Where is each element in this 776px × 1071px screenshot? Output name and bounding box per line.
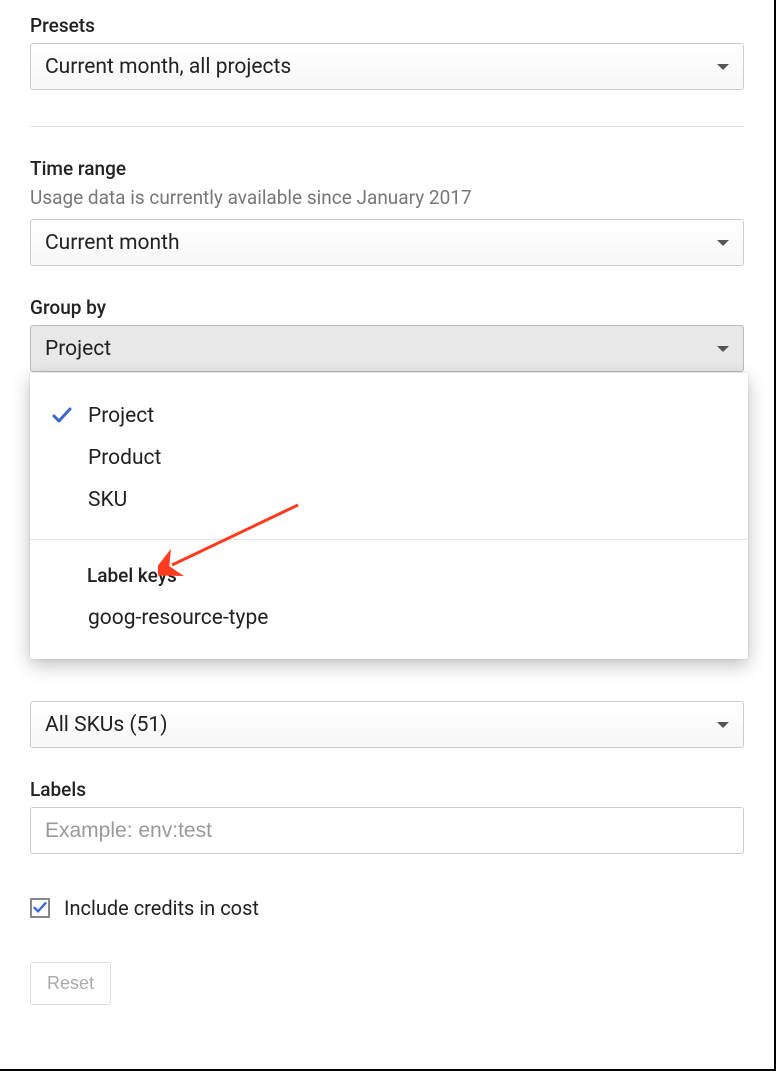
chevron-down-icon: [717, 722, 729, 728]
include-credits-checkbox[interactable]: [30, 898, 50, 918]
chevron-down-icon: [717, 346, 729, 352]
presets-select[interactable]: Current month, all projects: [30, 43, 744, 90]
time-range-label: Time range: [30, 157, 744, 180]
menu-item-label: Product: [88, 446, 161, 470]
reset-button[interactable]: Reset: [30, 962, 111, 1005]
section-divider: [30, 126, 744, 127]
menu-divider: [30, 539, 748, 540]
time-range-select[interactable]: Current month: [30, 219, 744, 266]
group-by-option-sku[interactable]: SKU: [30, 479, 748, 521]
presets-value: Current month, all projects: [45, 55, 291, 79]
time-range-value: Current month: [45, 231, 180, 255]
include-credits-label: Include credits in cost: [64, 896, 259, 920]
chevron-down-icon: [717, 240, 729, 246]
group-by-value: Project: [45, 337, 111, 361]
check-icon: [32, 899, 48, 917]
check-icon: [50, 404, 74, 428]
group-by-labelkey-goog-resource-type[interactable]: goog-resource-type: [30, 597, 748, 639]
menu-item-label: goog-resource-type: [88, 606, 268, 630]
skus-select[interactable]: All SKUs (51): [30, 701, 744, 748]
reset-button-label: Reset: [47, 973, 94, 993]
time-range-subtext: Usage data is currently available since …: [30, 186, 744, 209]
menu-item-label: SKU: [88, 488, 127, 512]
group-by-dropdown-menu: Project Product SKU Label keys goog-reso…: [30, 373, 748, 659]
presets-label: Presets: [30, 14, 744, 37]
chevron-down-icon: [717, 64, 729, 70]
skus-value: All SKUs (51): [45, 713, 168, 737]
group-by-select[interactable]: Project: [30, 325, 744, 372]
menu-item-label: Project: [88, 404, 154, 428]
group-by-option-product[interactable]: Product: [30, 437, 748, 479]
labels-label: Labels: [30, 778, 744, 801]
group-by-label: Group by: [30, 296, 744, 319]
labels-input[interactable]: [30, 807, 744, 854]
label-keys-header: Label keys: [30, 558, 748, 597]
group-by-option-project[interactable]: Project: [30, 395, 748, 437]
